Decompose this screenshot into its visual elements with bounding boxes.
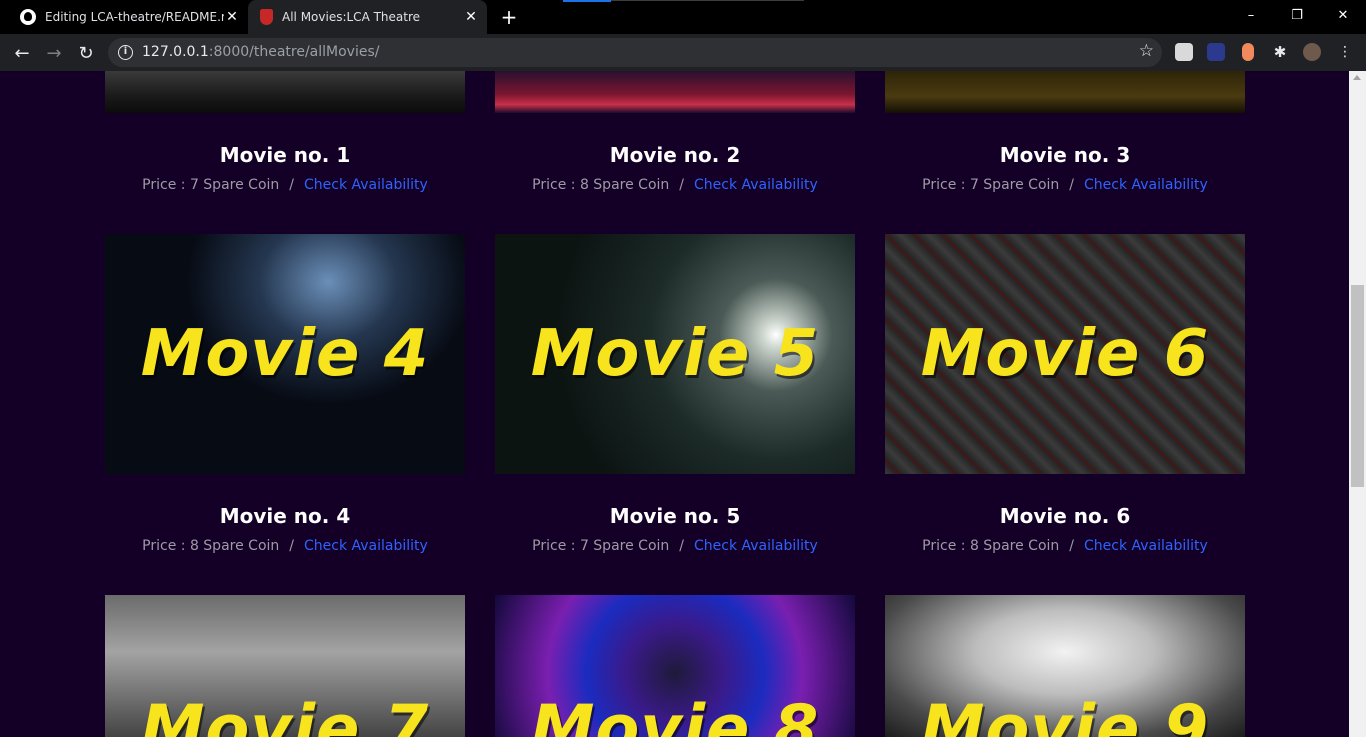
divider bbox=[611, 0, 804, 1]
theatre-icon bbox=[260, 9, 273, 25]
extension-screen-icon[interactable] bbox=[1207, 43, 1225, 61]
movie-price: Price : 7 Spare Coin bbox=[142, 177, 280, 193]
movie-meta: Price : 8 Spare Coin / Check Availability bbox=[885, 538, 1245, 554]
reload-icon[interactable]: ↻ bbox=[73, 40, 99, 66]
extension-camera-icon[interactable] bbox=[1175, 43, 1193, 61]
check-availability-link[interactable]: Check Availability bbox=[304, 538, 428, 554]
scrollbar-thumb[interactable] bbox=[1351, 285, 1364, 487]
poster-title: Movie 5 bbox=[530, 317, 820, 391]
movie-poster[interactable]: Movie 9 bbox=[885, 595, 1245, 737]
check-availability-link[interactable]: Check Availability bbox=[304, 177, 428, 193]
movie-price: Price : 8 Spare Coin bbox=[142, 538, 280, 554]
poster-title: Movie 4 bbox=[140, 317, 430, 391]
movie-price: Price : 8 Spare Coin bbox=[532, 177, 670, 193]
page-scrollbar[interactable] bbox=[1349, 71, 1366, 737]
movie-meta: Price : 7 Spare Coin / Check Availability bbox=[495, 538, 855, 554]
extensions-puzzle-icon[interactable]: ✱ bbox=[1271, 43, 1289, 61]
movie-poster[interactable]: Movie 7 bbox=[105, 595, 465, 737]
forward-arrow-icon[interactable]: → bbox=[41, 40, 67, 66]
movie-poster[interactable]: Movie 4 bbox=[105, 234, 465, 474]
restore-button[interactable]: ❐ bbox=[1274, 0, 1320, 30]
browser-toolbar: ← → ↻ i 127.0.0.1:8000/theatre/allMovies… bbox=[0, 34, 1366, 71]
info-icon[interactable]: i bbox=[118, 45, 133, 60]
movie-meta: Price : 8 Spare Coin / Check Availability bbox=[495, 177, 855, 193]
bookmark-star-icon[interactable]: ☆ bbox=[1139, 41, 1154, 61]
tab-github-readme[interactable]: Editing LCA-theatre/README.md ✕ bbox=[0, 0, 248, 34]
movie-title: Movie no. 5 bbox=[609, 504, 741, 528]
avatar[interactable] bbox=[1303, 43, 1321, 61]
new-tab-button[interactable]: + bbox=[498, 6, 520, 28]
movie-poster[interactable]: Movie 6 bbox=[885, 234, 1245, 474]
movie-poster[interactable] bbox=[885, 71, 1245, 113]
movie-title: Movie no. 1 bbox=[219, 143, 351, 167]
url-path: :8000/theatre/allMovies/ bbox=[208, 44, 380, 60]
movie-title: Movie no. 2 bbox=[609, 143, 741, 167]
minimize-button[interactable]: – bbox=[1228, 0, 1274, 30]
movie-title: Movie no. 6 bbox=[999, 504, 1131, 528]
close-window-button[interactable]: ✕ bbox=[1320, 0, 1366, 30]
movie-title: Movie no. 4 bbox=[219, 504, 351, 528]
poster-title: Movie 6 bbox=[920, 317, 1210, 391]
url-text[interactable]: 127.0.0.1:8000/theatre/allMovies/ bbox=[142, 44, 379, 60]
check-availability-link[interactable]: Check Availability bbox=[694, 177, 818, 193]
movie-meta: Price : 7 Spare Coin / Check Availability bbox=[105, 177, 465, 193]
check-availability-link[interactable]: Check Availability bbox=[694, 538, 818, 554]
movie-price: Price : 8 Spare Coin bbox=[922, 538, 1060, 554]
separator: / bbox=[1069, 177, 1074, 193]
close-icon[interactable]: ✕ bbox=[224, 9, 240, 25]
page-content: Movie no. 1 Price : 7 Spare Coin / Check A… bbox=[0, 71, 1349, 737]
poster-title: Movie 9 bbox=[920, 692, 1210, 737]
address-bar[interactable]: i 127.0.0.1:8000/theatre/allMovies/ ☆ bbox=[108, 38, 1162, 67]
separator: / bbox=[1069, 538, 1074, 554]
poster-title: Movie 7 bbox=[140, 692, 430, 737]
close-icon[interactable]: ✕ bbox=[463, 9, 479, 25]
movie-poster[interactable]: Movie 5 bbox=[495, 234, 855, 474]
tab-title: All Movies:LCA Theatre bbox=[282, 10, 421, 24]
check-availability-link[interactable]: Check Availability bbox=[1084, 177, 1208, 193]
movie-poster[interactable]: Movie 8 bbox=[495, 595, 855, 737]
poster-title: Movie 8 bbox=[530, 692, 820, 737]
separator: / bbox=[679, 538, 684, 554]
url-host: 127.0.0.1 bbox=[142, 44, 209, 60]
github-icon bbox=[20, 9, 36, 25]
movie-meta: Price : 8 Spare Coin / Check Availability bbox=[105, 538, 465, 554]
back-arrow-icon[interactable]: ← bbox=[9, 40, 35, 66]
browser-tab-bar: Editing LCA-theatre/README.md ✕ All Movi… bbox=[0, 0, 1366, 34]
separator: / bbox=[289, 177, 294, 193]
movie-poster[interactable] bbox=[105, 71, 465, 113]
menu-kebab-icon[interactable]: ⋮ bbox=[1338, 43, 1352, 61]
loading-indicator bbox=[563, 0, 611, 2]
movie-title: Movie no. 3 bbox=[999, 143, 1131, 167]
movie-price: Price : 7 Spare Coin bbox=[922, 177, 1060, 193]
scroll-up-arrow-icon[interactable] bbox=[1353, 75, 1361, 80]
check-availability-link[interactable]: Check Availability bbox=[1084, 538, 1208, 554]
extension-drop-icon[interactable] bbox=[1242, 43, 1254, 61]
movie-price: Price : 7 Spare Coin bbox=[532, 538, 670, 554]
separator: / bbox=[679, 177, 684, 193]
movie-poster[interactable] bbox=[495, 71, 855, 113]
separator: / bbox=[289, 538, 294, 554]
tab-all-movies[interactable]: All Movies:LCA Theatre ✕ bbox=[248, 0, 487, 34]
tab-title: Editing LCA-theatre/README.md bbox=[45, 10, 224, 24]
movie-meta: Price : 7 Spare Coin / Check Availability bbox=[885, 177, 1245, 193]
